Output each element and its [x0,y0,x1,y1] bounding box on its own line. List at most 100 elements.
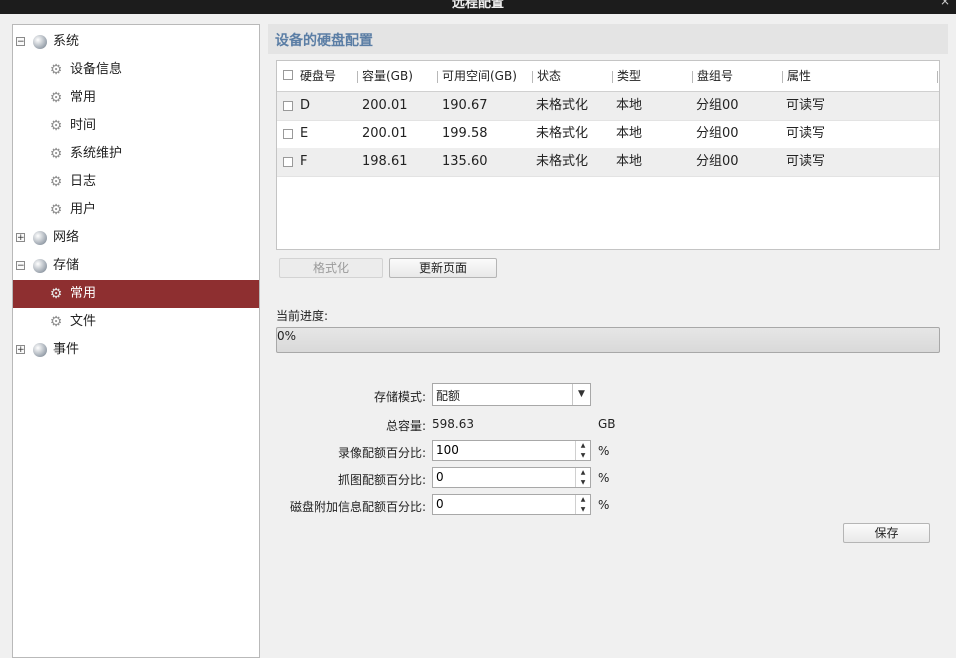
cell-disk-no: D [300,98,311,113]
column-header[interactable]: 属性 [787,61,811,91]
tree-group-event[interactable]: + 事件 [13,336,259,364]
refresh-page-button[interactable]: 更新页面 [389,258,497,278]
cell-type: 本地 [616,126,643,141]
tree-item-label: 常用 [70,286,97,301]
expand-icon[interactable]: + [16,345,25,355]
window-titlebar: 远程配置 × [0,0,956,14]
row-checkbox[interactable] [283,129,293,139]
spin-up-icon[interactable]: ▲ [576,468,590,477]
extra-info-quota-spinbox[interactable]: ▲ ▼ [432,494,591,515]
tree-group-storage[interactable]: − 存储 [13,252,259,280]
window-title: 远程配置 [451,0,504,11]
column-header[interactable]: 硬盘号 [300,61,336,91]
cell-disk-no: F [300,154,308,169]
storage-mode-label: 存储模式: [373,390,426,404]
row-checkbox[interactable] [283,157,293,167]
collapse-icon[interactable]: − [16,261,25,271]
globe-icon [33,259,47,273]
cell-free-space: 199.58 [442,126,488,141]
expand-icon[interactable]: + [16,233,25,243]
column-divider [357,71,358,83]
storage-mode-value: 配额 [436,389,461,403]
save-button[interactable]: 保存 [843,523,930,543]
tree-item-log[interactable]: ⚙ 日志 [13,168,259,196]
cell-group: 分组00 [696,154,739,169]
tree-item-device-info[interactable]: ⚙ 设备信息 [13,56,259,84]
column-header[interactable]: 可用空间(GB) [442,61,517,91]
total-capacity-value: 598.63 [432,417,474,431]
spin-up-icon[interactable]: ▲ [576,441,590,450]
cell-type: 本地 [616,154,643,169]
cell-attribute: 可读写 [786,98,826,113]
tree-group-system[interactable]: − 系统 [13,28,259,56]
column-divider [692,71,693,83]
close-icon[interactable]: × [940,0,950,8]
cell-type: 本地 [616,98,643,113]
column-divider [437,71,438,83]
tree-item-time[interactable]: ⚙ 时间 [13,112,259,140]
column-header[interactable]: 盘组号 [697,61,733,91]
cell-status: 未格式化 [536,126,589,141]
collapse-icon[interactable]: − [16,37,25,47]
record-quota-label: 录像配额百分比: [337,446,426,460]
percent-unit: % [598,498,610,512]
progress-text: 0% [277,329,297,343]
tree-group-network[interactable]: + 网络 [13,224,259,252]
record-quota-input[interactable] [436,442,566,458]
storage-mode-select[interactable]: 配额 ▼ [432,383,591,406]
select-all-checkbox[interactable] [283,70,293,80]
section-header: 设备的硬盘配置 [268,24,948,54]
total-capacity-label: 总容量: [385,419,426,433]
navigation-tree: − 系统 ⚙ 设备信息 ⚙ 常用 ⚙ 时间 ⚙ 系统维护 ⚙ 日志 ⚙ 用户 +… [12,24,260,658]
table-header: 硬盘号 容量(GB) 可用空间(GB) 状态 类型 盘组号 属性 [277,61,939,92]
extra-info-quota-input[interactable] [436,496,566,512]
globe-icon [33,343,47,357]
tree-item-storage-general[interactable]: ⚙ 常用 [13,280,259,308]
tree-item-file[interactable]: ⚙ 文件 [13,308,259,336]
cell-status: 未格式化 [536,154,589,169]
tree-group-label: 存储 [53,258,80,273]
spin-buttons: ▲ ▼ [575,468,590,487]
record-quota-spinbox[interactable]: ▲ ▼ [432,440,591,461]
capture-quota-label: 抓图配额百分比: [337,473,426,487]
spin-buttons: ▲ ▼ [575,495,590,514]
percent-unit: % [598,444,610,458]
extra-info-quota-label: 磁盘附加信息配额百分比: [289,500,426,514]
column-header[interactable]: 容量(GB) [362,61,413,91]
format-button[interactable]: 格式化 [279,258,383,278]
capture-quota-spinbox[interactable]: ▲ ▼ [432,467,591,488]
cell-free-space: 190.67 [442,98,488,113]
spin-buttons: ▲ ▼ [575,441,590,460]
gear-icon: ⚙ [49,314,63,330]
tree-item-general[interactable]: ⚙ 常用 [13,84,259,112]
table-row[interactable]: F 198.61 135.60 未格式化 本地 分组00 可读写 [277,148,939,177]
cell-free-space: 135.60 [442,154,488,169]
spin-up-icon[interactable]: ▲ [576,495,590,504]
spin-down-icon[interactable]: ▼ [576,505,590,514]
column-header[interactable]: 状态 [537,61,561,91]
capture-quota-input[interactable] [436,469,566,485]
spin-down-icon[interactable]: ▼ [576,478,590,487]
tree-item-maintenance[interactable]: ⚙ 系统维护 [13,140,259,168]
cell-disk-no: E [300,126,309,141]
cell-capacity: 200.01 [362,98,408,113]
cell-attribute: 可读写 [786,154,826,169]
gear-icon: ⚙ [49,146,63,162]
gear-icon: ⚙ [49,62,63,78]
tree-item-label: 系统维护 [70,146,123,161]
section-title: 设备的硬盘配置 [275,33,373,49]
globe-icon [33,35,47,49]
tree-group-label: 事件 [53,342,80,357]
tree-item-label: 文件 [70,314,97,329]
percent-unit: % [598,471,610,485]
table-row[interactable]: E 200.01 199.58 未格式化 本地 分组00 可读写 [277,120,939,149]
chevron-down-icon[interactable]: ▼ [572,384,590,405]
spin-down-icon[interactable]: ▼ [576,451,590,460]
column-header[interactable]: 类型 [617,61,641,91]
row-checkbox[interactable] [283,101,293,111]
cell-status: 未格式化 [536,98,589,113]
cell-capacity: 198.61 [362,154,408,169]
gear-icon: ⚙ [49,202,63,218]
tree-item-user[interactable]: ⚙ 用户 [13,196,259,224]
table-row[interactable]: D 200.01 190.67 未格式化 本地 分组00 可读写 [277,92,939,121]
